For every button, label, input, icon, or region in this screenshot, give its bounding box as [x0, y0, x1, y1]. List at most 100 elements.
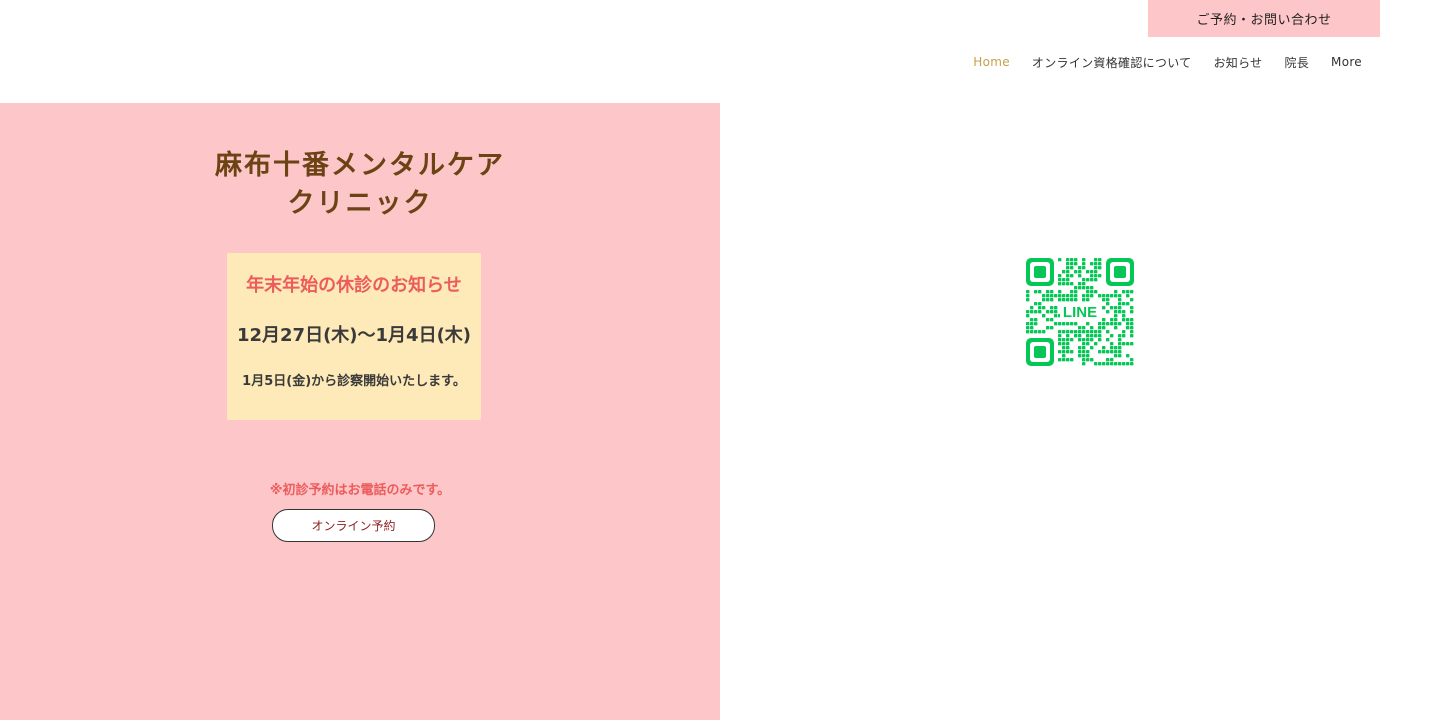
qr-module: [1078, 330, 1082, 334]
qr-module: [1070, 290, 1074, 294]
qr-module: [1090, 334, 1094, 338]
qr-module: [1070, 322, 1074, 326]
reserve-contact-button[interactable]: ご予約・お問い合わせ: [1148, 0, 1380, 37]
qr-module: [1082, 286, 1086, 290]
qr-module: [1050, 310, 1054, 314]
qr-module: [1102, 318, 1106, 322]
qr-module: [1086, 290, 1090, 294]
qr-module: [1066, 342, 1070, 346]
nav-director[interactable]: 院長: [1284, 54, 1309, 71]
qr-module: [1098, 294, 1102, 298]
notice-dates: 12月27日(木)〜1月4日(木): [236, 325, 472, 346]
qr-module: [1054, 294, 1058, 298]
qr-module: [1086, 342, 1090, 346]
qr-module: [1026, 314, 1030, 318]
qr-module: [1050, 318, 1054, 322]
qr-module: [1102, 294, 1106, 298]
qr-module: [1122, 362, 1126, 366]
qr-module: [1066, 346, 1070, 350]
qr-module: [1126, 290, 1130, 294]
qr-module: [1074, 330, 1078, 334]
qr-module: [1114, 266, 1126, 278]
qr-module: [1086, 334, 1090, 338]
qr-module: [1066, 330, 1070, 334]
qr-module: [1110, 342, 1114, 346]
qr-module: [1074, 294, 1078, 298]
qr-module: [1102, 306, 1106, 310]
qr-module: [1126, 342, 1130, 346]
qr-module: [1046, 318, 1050, 322]
qr-module: [1062, 354, 1066, 358]
qr-module: [1102, 350, 1106, 354]
qr-module: [1066, 294, 1070, 298]
qr-module: [1098, 338, 1102, 342]
qr-module: [1118, 346, 1122, 350]
qr-module: [1106, 338, 1110, 342]
qr-module: [1062, 270, 1066, 274]
qr-module: [1114, 322, 1118, 326]
qr-module: [1066, 278, 1070, 282]
qr-module: [1062, 338, 1066, 342]
qr-module: [1082, 342, 1086, 346]
nav-home[interactable]: Home: [973, 55, 1010, 69]
qr-module: [1114, 362, 1118, 366]
qr-module: [1094, 258, 1098, 262]
qr-module: [1078, 266, 1082, 270]
notice-resume: 1月5日(金)から診察開始いたします。: [242, 374, 466, 389]
qr-module: [1102, 322, 1106, 326]
qr-module: [1110, 318, 1114, 322]
qr-module: [1118, 298, 1122, 302]
qr-module: [1046, 310, 1050, 314]
qr-module: [1038, 306, 1042, 310]
qr-module: [1094, 270, 1098, 274]
online-reservation-button[interactable]: オンライン予約: [272, 509, 435, 542]
qr-module: [1074, 290, 1078, 294]
qr-module: [1074, 286, 1078, 290]
qr-module: [1118, 306, 1122, 310]
qr-module: [1130, 358, 1134, 362]
qr-module: [1090, 330, 1094, 334]
line-qr-code[interactable]: LINE: [1026, 258, 1134, 366]
notice-heading: 年末年始の休診のお知らせ: [246, 275, 462, 296]
qr-module: [1030, 322, 1034, 326]
qr-module: [1078, 338, 1082, 342]
qr-module: [1030, 318, 1034, 322]
qr-module: [1082, 330, 1086, 334]
qr-module: [1082, 354, 1086, 358]
qr-module: [1026, 310, 1030, 314]
nav-news[interactable]: お知らせ: [1213, 54, 1262, 71]
qr-module: [1090, 286, 1094, 290]
qr-module: [1090, 346, 1094, 350]
nav-more[interactable]: More: [1331, 55, 1362, 69]
qr-module: [1114, 310, 1118, 314]
nav-online-eligibility[interactable]: オンライン資格確認について: [1032, 54, 1192, 71]
qr-module: [1026, 298, 1030, 302]
qr-module: [1118, 294, 1122, 298]
qr-module: [1078, 286, 1082, 290]
qr-module: [1106, 322, 1110, 326]
qr-module: [1118, 350, 1122, 354]
qr-module: [1102, 298, 1106, 302]
qr-module: [1070, 282, 1074, 286]
qr-module: [1070, 350, 1074, 354]
qr-module: [1042, 294, 1046, 298]
qr-module: [1054, 306, 1058, 310]
qr-module: [1090, 326, 1094, 330]
qr-module: [1070, 262, 1074, 266]
qr-module: [1086, 350, 1090, 354]
qr-module: [1118, 342, 1122, 346]
qr-module: [1114, 346, 1118, 350]
qr-module: [1082, 346, 1086, 350]
qr-module: [1030, 326, 1034, 330]
qr-module: [1098, 350, 1102, 354]
qr-module: [1058, 322, 1062, 326]
qr-module: [1130, 334, 1134, 338]
qr-module: [1086, 294, 1090, 298]
qr-module: [1086, 330, 1090, 334]
qr-module: [1026, 330, 1030, 334]
qr-module: [1114, 290, 1118, 294]
qr-module: [1058, 330, 1062, 334]
qr-module: [1066, 270, 1070, 274]
qr-module: [1098, 262, 1102, 266]
qr-module: [1070, 358, 1074, 362]
